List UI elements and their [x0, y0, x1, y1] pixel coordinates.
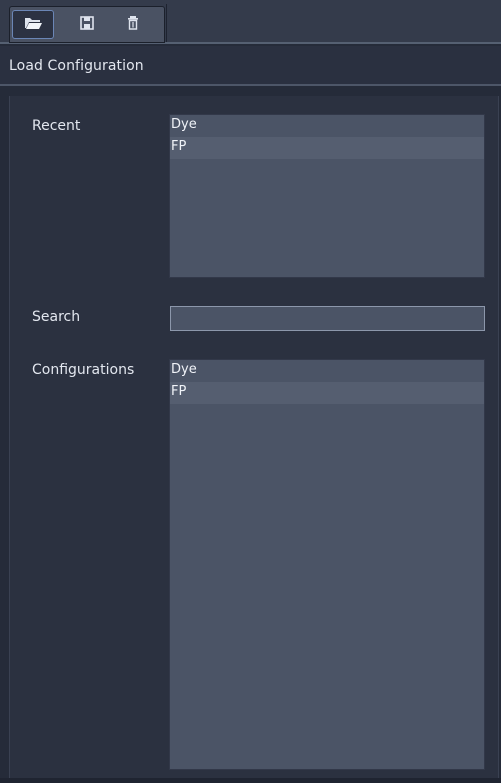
recent-list[interactable]: Dye FP [169, 114, 485, 278]
list-item[interactable]: Dye [170, 360, 484, 382]
save-button[interactable] [66, 10, 108, 39]
delete-button[interactable] [112, 10, 154, 39]
configurations-label: Configurations [32, 362, 135, 378]
section-title: Load Configuration [9, 58, 144, 74]
toolbar [0, 0, 501, 44]
open-folder-icon [23, 15, 43, 35]
toolbar-button-group [9, 6, 165, 43]
recent-label: Recent [32, 118, 81, 134]
delete-icon [125, 15, 141, 35]
list-item[interactable]: FP [170, 382, 484, 404]
list-item[interactable]: Dye [170, 115, 484, 137]
bottom-edge [0, 778, 501, 783]
save-icon [79, 15, 95, 35]
load-configuration-panel: Load Configuration Recent Dye FP Search … [0, 0, 501, 783]
open-button[interactable] [12, 10, 54, 39]
toolbar-divider [166, 4, 167, 42]
search-label: Search [32, 309, 81, 325]
configurations-list[interactable]: Dye FP [169, 359, 485, 770]
section-header: Load Configuration [0, 46, 501, 86]
list-item[interactable]: FP [170, 137, 484, 159]
search-input[interactable] [170, 306, 485, 331]
